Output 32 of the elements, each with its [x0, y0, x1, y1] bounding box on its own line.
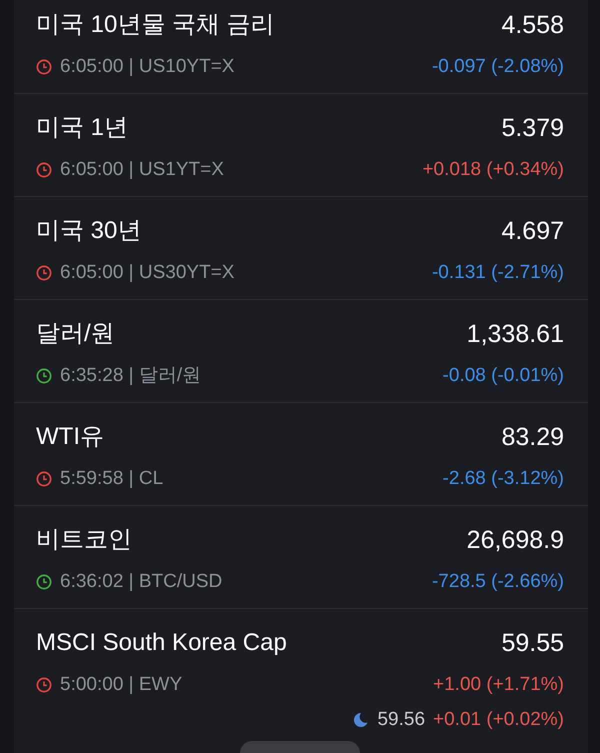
quote-name: 미국 10년물 국채 금리	[36, 10, 275, 40]
quote-change: -2.68 (-3.12%)	[442, 467, 564, 491]
quote-price: 5.379	[501, 113, 564, 143]
quote-time-symbol: 5:00:00 | EWY	[60, 673, 182, 697]
quote-name: WTI유	[36, 422, 104, 452]
after-hours-change: +0.01 (+0.02%)	[433, 708, 564, 732]
quote-price: 4.558	[501, 10, 564, 40]
quote-name: MSCI South Korea Cap	[36, 628, 287, 658]
quote-change: -0.097 (-2.08%)	[432, 55, 564, 79]
quote-change: -0.131 (-2.71%)	[432, 261, 564, 285]
quote-price: 26,698.9	[466, 525, 564, 555]
quote-price: 1,338.61	[466, 319, 564, 349]
after-hours-price: 59.56	[377, 708, 426, 732]
quote-time-symbol: 6:05:00 | US1YT=X	[60, 158, 224, 182]
quote-price: 59.55	[501, 628, 564, 658]
quote-change: +0.018 (+0.34%)	[422, 158, 564, 182]
quote-change: -728.5 (-2.66%)	[432, 570, 564, 594]
quote-name: 미국 1년	[36, 113, 128, 143]
quote-change: +1.00 (+1.71%)	[433, 673, 564, 697]
quote-time-symbol: 6:36:02 | BTC/USD	[60, 570, 222, 594]
moon-icon	[351, 711, 370, 730]
quote-time-symbol: 6:05:00 | US30YT=X	[60, 261, 234, 285]
quote-time-symbol: 6:05:00 | US10YT=X	[60, 55, 234, 79]
quote-time-symbol: 5:59:58 | CL	[60, 467, 164, 491]
quote-price: 83.29	[501, 422, 564, 452]
quote-name: 비트코인	[36, 525, 132, 555]
quote-name: 미국 30년	[36, 216, 142, 246]
scroll-handle[interactable]	[240, 741, 360, 753]
quote-name: 달러/원	[36, 319, 115, 349]
quote-change: -0.08 (-0.01%)	[442, 364, 564, 388]
quote-time-symbol: 6:35:28 | 달러/원	[60, 364, 202, 388]
quote-price: 4.697	[501, 216, 564, 246]
